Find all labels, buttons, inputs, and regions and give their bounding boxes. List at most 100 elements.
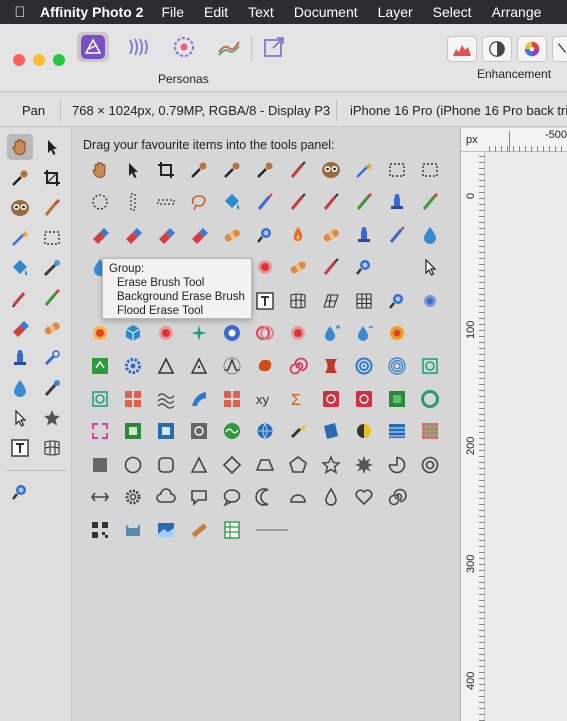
blue-frame-item[interactable] xyxy=(152,417,180,445)
shear-item[interactable] xyxy=(185,385,213,413)
menu-file[interactable]: File xyxy=(161,4,184,20)
aperture-item[interactable] xyxy=(218,319,246,347)
red-square-item[interactable] xyxy=(317,385,345,413)
brush-tool[interactable] xyxy=(39,195,65,221)
menu-arrange[interactable]: Arrange xyxy=(492,4,542,20)
patch-tool-item[interactable] xyxy=(251,221,279,249)
diamond-shape-item[interactable] xyxy=(218,451,246,479)
black-white-button[interactable] xyxy=(482,36,512,62)
move-tool-item[interactable] xyxy=(119,156,147,184)
erase-group-item[interactable] xyxy=(185,221,213,249)
quad-item[interactable] xyxy=(119,385,147,413)
green-square-item[interactable] xyxy=(383,385,411,413)
ripple-item[interactable] xyxy=(383,352,411,380)
tile-item[interactable] xyxy=(218,385,246,413)
levels-button[interactable] xyxy=(447,36,477,62)
star-filter-item[interactable] xyxy=(185,319,213,347)
double-arrow-item[interactable] xyxy=(86,483,114,511)
color-picker-tool[interactable] xyxy=(7,165,33,191)
blemish-removal-tool[interactable] xyxy=(39,345,65,371)
flower-item[interactable] xyxy=(383,319,411,347)
green-frame-item[interactable] xyxy=(119,417,147,445)
star-shape-item[interactable] xyxy=(317,451,345,479)
cat-shape-item[interactable] xyxy=(119,516,147,544)
glow-item[interactable] xyxy=(284,319,312,347)
vertical-ruler[interactable]: 0 100 200 300 400 xyxy=(461,152,485,721)
selection-brush-tool[interactable] xyxy=(7,225,33,251)
node-tool-item[interactable] xyxy=(416,253,444,281)
red-eye-tool[interactable] xyxy=(7,195,33,221)
pinch-item[interactable] xyxy=(317,352,345,380)
picture-frame-item[interactable] xyxy=(152,516,180,544)
tear-shape-item[interactable] xyxy=(317,483,345,511)
rounded-rectangle-item[interactable] xyxy=(152,451,180,479)
apple-icon[interactable]:  xyxy=(0,4,40,21)
color-picker-item[interactable] xyxy=(185,156,213,184)
trapezoid-shape-item[interactable] xyxy=(251,451,279,479)
marquee-tool[interactable] xyxy=(39,225,65,251)
3d-item[interactable] xyxy=(119,319,147,347)
gray-frame-item[interactable] xyxy=(185,417,213,445)
ellipse-shape-item[interactable] xyxy=(119,451,147,479)
callout-shape-item[interactable] xyxy=(185,483,213,511)
pan-tool[interactable] xyxy=(7,134,33,160)
frequency-brush-item[interactable] xyxy=(284,253,312,281)
measure-item[interactable] xyxy=(185,516,213,544)
minimize-window-button[interactable] xyxy=(33,54,45,66)
torch-item[interactable] xyxy=(284,417,312,445)
artistic-text-item[interactable] xyxy=(251,287,279,315)
pan-tool-item[interactable] xyxy=(86,156,114,184)
blemish-removal-item[interactable] xyxy=(317,221,345,249)
page-item[interactable] xyxy=(317,417,345,445)
zoom-tool-item[interactable] xyxy=(383,287,411,315)
move-tool[interactable] xyxy=(39,134,65,160)
mesh-warp-tool[interactable] xyxy=(39,435,65,461)
node-tool[interactable] xyxy=(7,405,33,431)
splat-item[interactable] xyxy=(251,352,279,380)
gear-filter-item[interactable] xyxy=(119,352,147,380)
bulge-item[interactable] xyxy=(416,352,444,380)
flood-fill-tool[interactable] xyxy=(7,255,33,281)
shape-tool[interactable] xyxy=(39,405,65,431)
wave-circle-item[interactable] xyxy=(218,417,246,445)
checker-item[interactable] xyxy=(416,417,444,445)
triangle-shape-item[interactable] xyxy=(185,451,213,479)
flood-erase-item[interactable] xyxy=(152,221,180,249)
menu-select[interactable]: Select xyxy=(433,4,472,20)
selection-brush-item[interactable] xyxy=(251,188,279,216)
export-persona-button[interactable] xyxy=(258,32,290,62)
artistic-text-tool[interactable] xyxy=(7,435,33,461)
crop-tool-item[interactable] xyxy=(152,156,180,184)
lens-flare-item[interactable] xyxy=(86,319,114,347)
distort-item[interactable] xyxy=(86,385,114,413)
erase-brush-item[interactable] xyxy=(86,221,114,249)
heart-shape-item[interactable] xyxy=(350,483,378,511)
gradient-tool[interactable] xyxy=(39,255,65,281)
smudge-brush-tool[interactable] xyxy=(39,375,65,401)
dodge-brush-tool[interactable] xyxy=(7,375,33,401)
rectangular-marquee-item[interactable] xyxy=(383,156,411,184)
liquify-persona-button[interactable] xyxy=(122,32,154,62)
warp-grid-item[interactable] xyxy=(350,287,378,315)
menu-text[interactable]: Text xyxy=(248,4,274,20)
cloud-shape-item[interactable] xyxy=(152,483,180,511)
color-replacement-item[interactable] xyxy=(416,188,444,216)
red-eye-item[interactable] xyxy=(284,156,312,184)
paint-brush-tool[interactable] xyxy=(7,285,33,311)
qr-code-item[interactable] xyxy=(86,516,114,544)
column-marquee-item[interactable] xyxy=(119,188,147,216)
mixer-brush-item[interactable] xyxy=(350,188,378,216)
donut-item[interactable] xyxy=(416,385,444,413)
menu-document[interactable]: Document xyxy=(294,4,358,20)
row-marquee-item[interactable] xyxy=(152,188,180,216)
burst-shape-item[interactable] xyxy=(350,451,378,479)
cog-shape-item[interactable] xyxy=(119,483,147,511)
xy-item[interactable]: xy xyxy=(251,385,279,413)
menu-layer[interactable]: Layer xyxy=(378,4,413,20)
curves-button[interactable] xyxy=(552,36,567,62)
blur-brush-item[interactable] xyxy=(416,287,444,315)
undo-brush-item[interactable] xyxy=(383,221,411,249)
separator-line[interactable] xyxy=(255,516,289,544)
zoom-tool[interactable] xyxy=(7,479,33,505)
twirl-item[interactable] xyxy=(284,352,312,380)
